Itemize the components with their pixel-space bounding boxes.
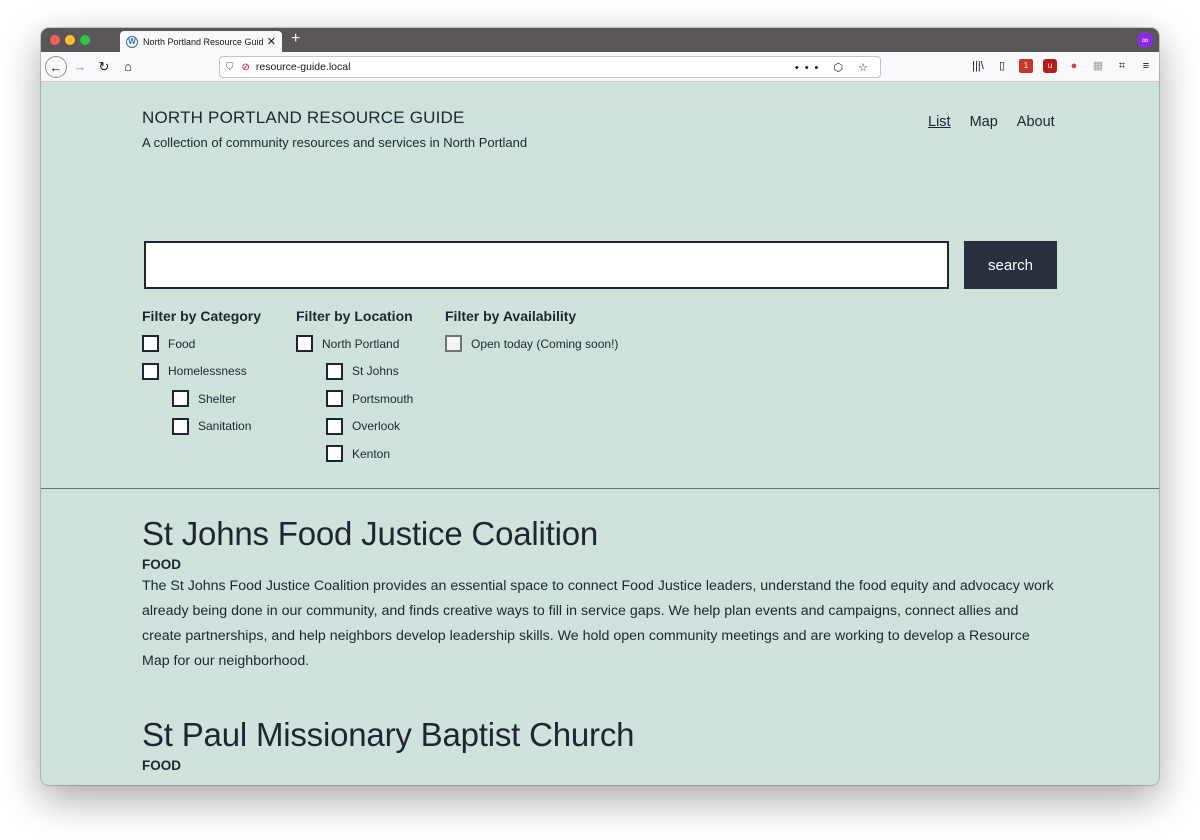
extension-badge-icon[interactable]: 1 (1019, 59, 1033, 73)
home-icon[interactable]: ⌂ (117, 56, 139, 78)
close-window-button[interactable] (50, 35, 60, 45)
page-content: NORTH PORTLAND RESOURCE GUIDE A collecti… (41, 82, 1159, 785)
checkbox[interactable] (326, 417, 343, 435)
nav-link-map[interactable]: Map (970, 114, 998, 130)
filter-option-north-portland[interactable]: North Portland (296, 330, 413, 358)
checkbox[interactable] (445, 335, 462, 353)
listing-item: St Johns Food Justice Coalition FOOD The… (142, 515, 1060, 674)
filter-option-shelter[interactable]: Shelter (172, 385, 261, 413)
back-icon[interactable]: ← (45, 56, 67, 78)
filter-location-heading: Filter by Location (296, 308, 413, 324)
browser-window: W North Portland Resource Guide ✕ + ∞ ← … (41, 28, 1159, 785)
filter-availability: Filter by Availability Open today (Comin… (445, 308, 618, 358)
active-tab[interactable]: W North Portland Resource Guide ✕ (120, 31, 282, 52)
insecure-lock-icon[interactable]: ⊘ (242, 62, 250, 73)
sidebar-icon[interactable]: ▯ (995, 59, 1009, 73)
menu-icon[interactable]: ≡ (1139, 59, 1153, 73)
url-text[interactable]: resource-guide.local (256, 61, 795, 73)
listing-title[interactable]: St Johns Food Justice Coalition (142, 515, 1060, 553)
listing-description: The St Johns Food Justice Coalition prov… (142, 578, 1054, 669)
navigation-toolbar: ← → ↻ ⌂ ⛉ ⊘ resource-guide.local ••• ⬡ ☆… (41, 52, 1159, 82)
filter-option-sanitation[interactable]: Sanitation (172, 413, 261, 441)
filter-option-homelessness[interactable]: Homelessness (142, 358, 261, 386)
new-tab-button[interactable]: + (291, 30, 300, 48)
color-extension-icon[interactable]: ● (1067, 59, 1081, 73)
filter-option-st-johns[interactable]: St Johns (326, 358, 413, 386)
reload-icon[interactable]: ↻ (93, 56, 115, 78)
address-bar[interactable]: ⛉ ⊘ resource-guide.local ••• ⬡ ☆ (219, 56, 881, 78)
private-mask-icon[interactable]: ∞ (1137, 32, 1153, 48)
checkbox[interactable] (142, 335, 159, 353)
puzzle-extension-icon[interactable]: ▦ (1091, 59, 1105, 73)
checkbox[interactable] (172, 417, 189, 435)
tracking-shield-icon[interactable]: ⛉ (226, 62, 234, 73)
filter-option-kenton[interactable]: Kenton (326, 440, 413, 468)
library-icon[interactable]: |||\ (971, 59, 985, 73)
checkbox[interactable] (172, 390, 189, 408)
checkbox[interactable] (142, 362, 159, 380)
filter-category-heading: Filter by Category (142, 308, 262, 324)
crop-icon[interactable]: ⌗ (1115, 59, 1129, 73)
nav-link-list[interactable]: List (928, 114, 951, 130)
checkbox[interactable] (326, 390, 343, 408)
tab-title: North Portland Resource Guide (143, 36, 263, 47)
filter-option-open-today[interactable]: Open today (Coming soon!) (445, 330, 618, 358)
checkbox[interactable] (296, 335, 313, 353)
filter-availability-heading: Filter by Availability (445, 308, 577, 324)
filter-location: Filter by Location North Portland St Joh… (296, 308, 413, 468)
maximize-window-button[interactable] (80, 35, 90, 45)
minimize-window-button[interactable] (65, 35, 75, 45)
forward-icon[interactable]: → (69, 56, 91, 78)
close-tab-icon[interactable]: ✕ (267, 35, 276, 48)
nav-link-about[interactable]: About (1017, 114, 1055, 130)
listing-category: FOOD (142, 758, 181, 773)
wordpress-icon: W (126, 35, 138, 48)
filter-category: Filter by Category Food Homelessness She… (142, 308, 261, 440)
site-tagline: A collection of community resources and … (142, 135, 528, 150)
checkbox[interactable] (326, 362, 343, 380)
listing-category: FOOD (142, 557, 181, 572)
filter-option-portsmouth[interactable]: Portsmouth (326, 385, 413, 413)
search-button[interactable]: search (964, 241, 1057, 289)
filter-option-food[interactable]: Food (142, 330, 261, 358)
listing-title[interactable]: St Paul Missionary Baptist Church (142, 716, 1060, 754)
page-actions-icons[interactable]: ••• ⬡ ☆ (795, 61, 874, 74)
section-divider (41, 488, 1159, 489)
site-nav: List Map About (928, 114, 1055, 130)
filter-option-overlook[interactable]: Overlook (326, 413, 413, 441)
toolbar-icons: |||\ ▯ 1 u ● ▦ ⌗ ≡ (971, 59, 1153, 73)
search-input[interactable] (144, 241, 949, 289)
site-title[interactable]: NORTH PORTLAND RESOURCE GUIDE (142, 108, 465, 128)
listing-item: St Paul Missionary Baptist Church FOOD (142, 716, 1060, 773)
checkbox[interactable] (326, 445, 343, 463)
tab-bar: W North Portland Resource Guide ✕ + ∞ (41, 28, 1159, 52)
ublock-icon[interactable]: u (1043, 59, 1057, 73)
